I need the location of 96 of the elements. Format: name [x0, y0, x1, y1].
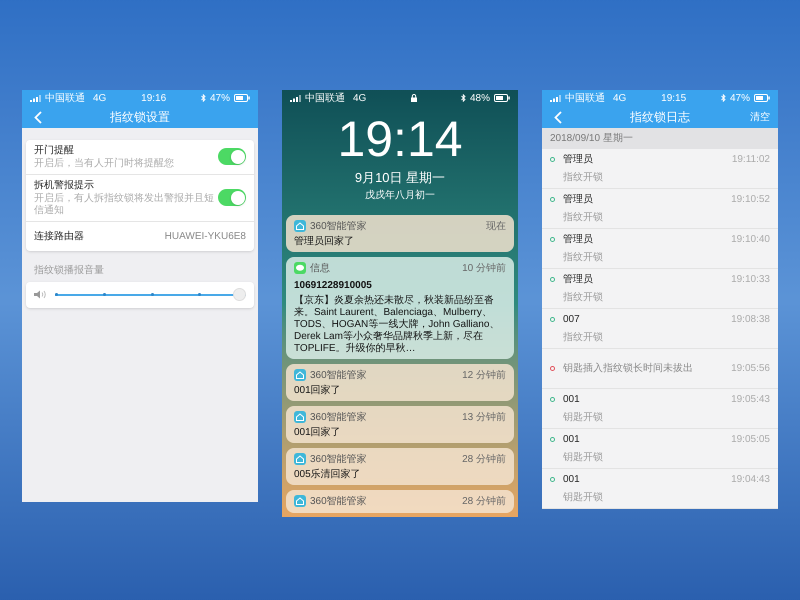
notification-body: 005乐清回家了 [294, 468, 362, 480]
app-name: 信息 [310, 262, 331, 276]
network-type: 4G [353, 92, 366, 106]
network-type: 4G [613, 92, 626, 106]
date-header: 2018/09/10 星期一 [542, 128, 778, 149]
notification-card[interactable]: 360智能管家 现在 管理员回家了 [286, 214, 514, 252]
log-time: 19:10:40 [731, 233, 770, 247]
lock-clock: 19:14 [337, 114, 463, 164]
unlock-method: 指纹开锁 [563, 210, 604, 225]
app-name: 360智能管家 [310, 452, 368, 466]
lock-date: 9月10日 星期一 [354, 169, 446, 187]
setting-label: 拆机警报提示 [34, 178, 95, 192]
app-name: 360智能管家 [310, 368, 368, 382]
log-time: 19:05:43 [731, 393, 770, 407]
log-time: 19:11:02 [732, 153, 770, 167]
notification-card[interactable]: 360智能管家 12 分钟前 001回家了 [286, 364, 514, 400]
unlock-method: 指纹开锁 [563, 330, 604, 345]
unlock-method: 钥匙开锁 [563, 451, 604, 465]
user-name: 001 [563, 393, 581, 407]
notification-time: 28 分钟前 [462, 452, 506, 466]
signal-icon [290, 94, 301, 102]
user-name: 管理员 [563, 193, 594, 207]
battery-icon [234, 94, 250, 102]
message-sender: 10691228910005 [294, 278, 373, 292]
unlock-method: 指纹开锁 [563, 290, 604, 305]
notification-body: 001回家了 [294, 384, 342, 396]
app-name: 360智能管家 [310, 494, 368, 508]
setting-value: HUAWEI-YKU6E8 [164, 230, 246, 244]
lock-icon [410, 94, 417, 102]
notification-time: 13 分钟前 [462, 410, 506, 424]
notification-time: 10 分钟前 [462, 262, 506, 276]
user-name: 007 [563, 313, 581, 327]
unlock-method: 钥匙开锁 [563, 491, 604, 505]
bluetooth-icon [200, 94, 206, 102]
user-name: 管理员 [563, 273, 594, 287]
notification-card[interactable]: 信息 10 分钟前 10691228910005 【京东】炎夏余热还未散尽，秋装新品纷至沓来。Saint Laurent、Balenciaga、Mulberry、TODS、HOGAN等一线大牌，John Galliano、Derek Lam等小众奢华品牌秋季上新，尽在TOPLIFE。升级你的早秋… [286, 256, 514, 358]
section-label: 指纹锁播报音量 [34, 264, 105, 278]
network-type: 4G [93, 92, 106, 106]
speaker-icon [34, 290, 47, 299]
house-icon [294, 369, 306, 381]
battery-percent: 48% [470, 92, 490, 106]
notification-time: 28 分钟前 [462, 494, 506, 508]
battery-percent: 47% [730, 92, 750, 106]
toggle-switch[interactable] [218, 189, 246, 206]
setting-label: 连接路由器 [34, 230, 84, 244]
notification-body: 001回家了 [294, 426, 342, 438]
notification-card[interactable]: 360智能管家 28 分钟前 005乐清回家了 [286, 448, 514, 484]
notification-body: 管理员回家了 [294, 236, 355, 248]
log-time: 19:05:56 [731, 362, 770, 376]
alert-text: 钥匙插入指纹锁长时间未拔出 [563, 362, 694, 376]
carrier-name: 中国联通 [565, 92, 605, 106]
screen-title: 指纹锁日志 [630, 109, 690, 126]
house-icon [294, 220, 306, 232]
chat-bubble-icon [294, 262, 306, 274]
screen-title: 指纹锁设置 [110, 109, 170, 126]
notification-time: 12 分钟前 [462, 368, 506, 382]
app-name: 360智能管家 [310, 220, 368, 234]
house-icon [294, 495, 306, 507]
notification-card[interactable]: 360智能管家 28 分钟前 [286, 490, 514, 512]
setting-description: 开启后，有人拆指纹锁将发出警报并且短信通知 [34, 192, 215, 218]
unlock-method: 钥匙开锁 [563, 411, 604, 425]
house-icon [294, 453, 306, 465]
setting-label: 开门提醒 [34, 144, 75, 158]
log-time: 19:05:05 [731, 433, 770, 447]
house-icon [294, 411, 306, 423]
setting-description: 开启后，当有人开门时将提醒您 [34, 158, 174, 170]
user-name: 001 [563, 433, 581, 447]
user-name: 管理员 [563, 233, 594, 247]
log-time: 19:10:52 [731, 193, 770, 207]
log-time: 19:08:38 [731, 313, 770, 327]
notification-card[interactable]: 360智能管家 13 分钟前 001回家了 [286, 406, 514, 442]
log-time: 19:04:43 [731, 473, 770, 487]
battery-percent: 47% [210, 92, 230, 106]
unlock-method: 指纹开锁 [563, 170, 604, 185]
lunar-date: 戊戌年八月初一 [365, 188, 435, 202]
notification-time: 现在 [486, 220, 506, 234]
signal-icon [550, 94, 561, 102]
status-time: 19:15 [661, 92, 686, 106]
volume-slider[interactable] [55, 288, 246, 302]
bluetooth-icon [720, 94, 726, 102]
user-name: 001 [563, 473, 581, 487]
carrier-name: 中国联通 [305, 92, 345, 106]
user-name: 管理员 [563, 153, 594, 167]
unlock-method: 指纹开锁 [563, 250, 604, 265]
status-time: 19:16 [141, 92, 166, 106]
carrier-name: 中国联通 [45, 92, 85, 106]
back-icon[interactable] [34, 111, 42, 124]
bluetooth-icon [460, 94, 466, 102]
battery-icon [754, 94, 770, 102]
notification-body: 【京东】炎夏余热还未散尽，秋装新品纷至沓来。Saint Laurent、Balenciaga、Mulberry、TODS、HOGAN等一线大牌，John Galliano、Derek Lam等小众奢华品牌秋季上新，尽在TOPLIFE。升级你的早秋… [294, 294, 500, 354]
back-icon[interactable] [554, 111, 562, 124]
log-time: 19:10:33 [731, 273, 770, 287]
app-name: 360智能管家 [310, 410, 368, 424]
signal-icon [30, 94, 41, 102]
battery-icon [494, 94, 510, 102]
toggle-switch[interactable] [218, 148, 246, 166]
